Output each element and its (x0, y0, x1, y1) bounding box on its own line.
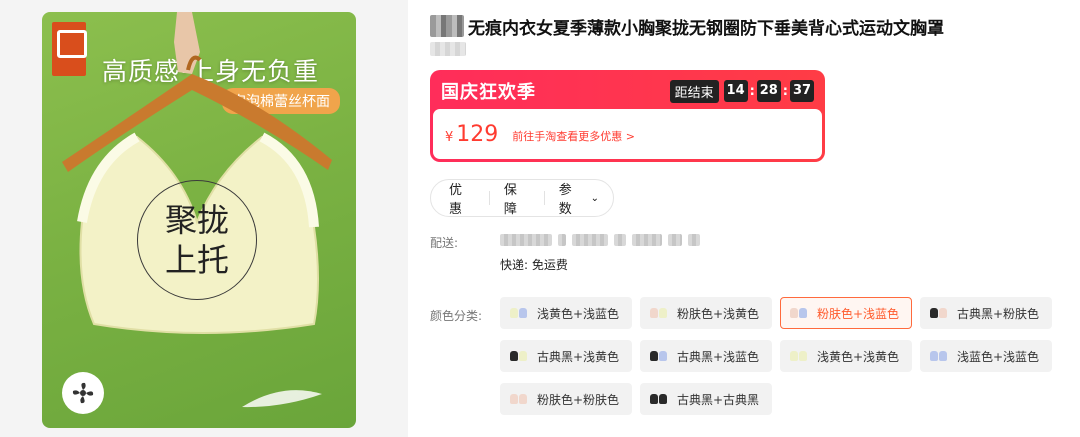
shop-badge-icon (430, 15, 464, 37)
sku-option-label: 粉肤色+粉肤色 (537, 392, 620, 407)
sku-thumbnail (645, 389, 671, 409)
sku-option-label: 浅黄色+浅蓝色 (537, 306, 620, 321)
sku-thumbnail (785, 303, 811, 323)
sku-label: 颜色分类: (430, 309, 483, 323)
subtitle-redacted (430, 42, 466, 56)
promo-header: 国庆狂欢季 距结束 14 : 28 : 37 (433, 73, 822, 109)
sku-thumbnail (645, 303, 671, 323)
sku-option[interactable]: 古典黑+古典黑 (640, 383, 772, 415)
shipping-fee: 快递: 免运费 (500, 258, 568, 272)
title-row: 无痕内衣女夏季薄款小胸聚拢无钢圈防下垂美背心式运动文胸罩 (430, 14, 944, 39)
sku-thumbnail (505, 389, 531, 409)
more-discounts-link[interactable]: 前往手淘查看更多优惠 > (512, 128, 635, 144)
badge-line-1: 聚拢 (164, 201, 229, 239)
countdown-seconds: 37 (790, 80, 814, 102)
sku-option-label: 浅蓝色+浅蓝色 (957, 349, 1040, 364)
tab-discount[interactable]: 优惠 (449, 179, 475, 217)
sku-option-label: 古典黑+粉肤色 (957, 306, 1040, 321)
shipping-address-redacted[interactable] (500, 234, 700, 246)
sku-option[interactable]: 古典黑+粉肤色 (920, 297, 1052, 329)
fan-icon (62, 372, 104, 414)
tab-guarantee[interactable]: 保障 (504, 179, 530, 217)
tab-params[interactable]: 参数 (559, 179, 585, 217)
sku-thumbnail (645, 346, 671, 366)
sku-thumbnail (785, 346, 811, 366)
badge-line-2: 上托 (164, 241, 229, 279)
info-tabs: 优惠 保障 参数 ⌄ (430, 179, 614, 217)
sku-option-label: 古典黑+浅黄色 (537, 349, 620, 364)
sku-option[interactable]: 粉肤色+粉肤色 (500, 383, 632, 415)
sku-thumbnail (505, 346, 531, 366)
product-gallery: 高质感·上身无负重 泡泡棉蕾丝杯面 聚拢 上托 (0, 0, 408, 437)
sku-option[interactable]: 浅黄色+浅黄色 (780, 340, 912, 372)
price-row: ¥ 129 前往手淘查看更多优惠 > (433, 109, 822, 159)
sku-option-label: 古典黑+古典黑 (677, 392, 760, 407)
countdown-label: 距结束 (669, 79, 719, 103)
sku-option[interactable]: 浅黄色+浅蓝色 (500, 297, 632, 329)
sku-option[interactable]: 粉肤色+浅黄色 (640, 297, 772, 329)
sku-thumbnail (925, 303, 951, 323)
sku-option[interactable]: 古典黑+浅蓝色 (640, 340, 772, 372)
sku-thumbnail (925, 346, 951, 366)
chevron-down-icon[interactable]: ⌄ (591, 193, 599, 204)
sku-option-label: 粉肤色+浅黄色 (677, 306, 760, 321)
sku-option[interactable]: 浅蓝色+浅蓝色 (920, 340, 1052, 372)
sku-option[interactable]: 古典黑+浅黄色 (500, 340, 632, 372)
gather-badge: 聚拢 上托 (137, 180, 257, 300)
countdown-hours: 14 (723, 80, 748, 102)
shipping-label: 配送: (430, 236, 459, 250)
promo-panel: 国庆狂欢季 距结束 14 : 28 : 37 ¥ 129 前往手淘查看更多优惠 … (430, 70, 825, 162)
product-title: 无痕内衣女夏季薄款小胸聚拢无钢圈防下垂美背心式运动文胸罩 (468, 18, 944, 39)
promo-name: 国庆狂欢季 (441, 82, 536, 103)
hand-shape (174, 12, 200, 74)
currency-symbol: ¥ (445, 129, 454, 145)
sku-option-label: 古典黑+浅蓝色 (677, 349, 760, 364)
product-main-image[interactable]: 高质感·上身无负重 泡泡棉蕾丝杯面 聚拢 上托 (42, 12, 356, 428)
countdown: 距结束 14 : 28 : 37 (669, 79, 814, 103)
product-info: 无痕内衣女夏季薄款小胸聚拢无钢圈防下垂美背心式运动文胸罩 国庆狂欢季 距结束 1… (430, 0, 1080, 437)
countdown-minutes: 28 (756, 80, 781, 102)
sku-option-label: 粉肤色+浅蓝色 (817, 306, 900, 321)
sku-thumbnail (505, 303, 531, 323)
price: 129 (456, 121, 499, 147)
sku-option-label: 浅黄色+浅黄色 (817, 349, 900, 364)
sku-option[interactable]: 粉肤色+浅蓝色 (780, 297, 912, 329)
